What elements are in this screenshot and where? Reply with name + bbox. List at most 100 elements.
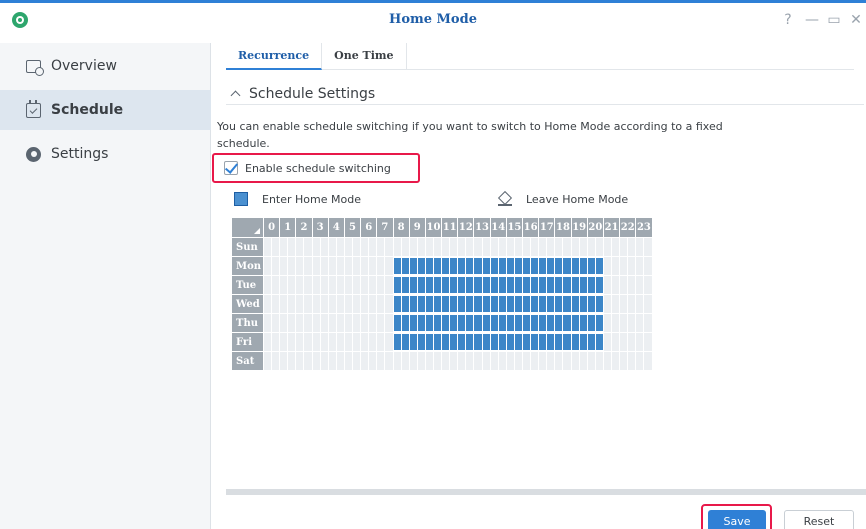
schedule-cell[interactable] [619,313,628,332]
hour-header-3[interactable]: 3 [311,218,328,237]
schedule-cell[interactable] [489,351,498,370]
schedule-cell[interactable] [263,332,272,351]
hour-header-15[interactable]: 15 [505,218,522,237]
schedule-cell[interactable] [505,351,514,370]
schedule-cell[interactable] [457,351,466,370]
hour-header-21[interactable]: 21 [602,218,620,237]
schedule-cell[interactable] [335,237,344,256]
schedule-cell[interactable] [594,275,603,294]
schedule-cell[interactable] [416,313,425,332]
legend-enter[interactable]: Enter Home Mode [234,190,361,208]
schedule-cell[interactable] [449,332,458,351]
schedule-cell[interactable] [432,275,442,294]
schedule-cell[interactable] [627,294,636,313]
schedule-cell[interactable] [335,256,344,275]
schedule-cell[interactable] [319,237,328,256]
schedule-cell[interactable] [263,256,272,275]
minimize-icon[interactable]: — [804,12,820,28]
schedule-cell[interactable] [408,313,417,332]
schedule-cell[interactable] [343,237,353,256]
schedule-cell[interactable] [554,294,563,313]
schedule-cell[interactable] [352,256,361,275]
schedule-cell[interactable] [263,275,272,294]
schedule-cell[interactable] [441,256,450,275]
schedule-cell[interactable] [538,351,547,370]
schedule-cell[interactable] [643,332,652,351]
schedule-cell[interactable] [392,332,401,351]
schedule-cell[interactable] [497,351,506,370]
schedule-cell[interactable] [424,256,433,275]
schedule-cell[interactable] [287,256,296,275]
sidebar-item-schedule[interactable]: Schedule [0,90,211,130]
schedule-cell[interactable] [513,237,522,256]
schedule-cell[interactable] [643,275,652,294]
schedule-cell[interactable] [473,313,482,332]
schedule-cell[interactable] [303,237,312,256]
schedule-cell[interactable] [635,294,644,313]
schedule-cell[interactable] [505,332,514,351]
schedule-cell[interactable] [473,237,482,256]
schedule-cell[interactable] [586,332,595,351]
schedule-cell[interactable] [481,332,490,351]
schedule-cell[interactable] [319,256,328,275]
hour-header-2[interactable]: 2 [295,218,312,237]
schedule-cell[interactable] [295,351,304,370]
schedule-cell[interactable] [538,294,547,313]
schedule-cell[interactable] [400,332,409,351]
schedule-cell[interactable] [578,275,587,294]
day-label-mon[interactable]: Mon [232,256,263,275]
schedule-cell[interactable] [586,313,595,332]
schedule-cell[interactable] [335,313,344,332]
schedule-cell[interactable] [489,294,498,313]
schedule-cell[interactable] [319,275,328,294]
schedule-cell[interactable] [368,332,377,351]
schedule-cell[interactable] [392,351,401,370]
select-all-corner[interactable] [232,218,263,237]
hour-header-14[interactable]: 14 [489,218,506,237]
schedule-cell[interactable] [554,237,563,256]
schedule-cell[interactable] [611,237,620,256]
schedule-cell[interactable] [287,351,296,370]
schedule-cell[interactable] [384,313,393,332]
schedule-cell[interactable] [530,237,539,256]
schedule-cell[interactable] [465,275,474,294]
schedule-cell[interactable] [562,351,571,370]
schedule-cell[interactable] [432,313,442,332]
schedule-cell[interactable] [352,294,361,313]
schedule-cell[interactable] [416,294,425,313]
schedule-cell[interactable] [457,275,466,294]
day-label-thu[interactable]: Thu [232,313,263,332]
schedule-cell[interactable] [295,313,304,332]
schedule-cell[interactable] [376,313,385,332]
schedule-cell[interactable] [263,351,272,370]
schedule-cell[interactable] [376,332,385,351]
schedule-cell[interactable] [295,294,304,313]
schedule-cell[interactable] [311,351,320,370]
schedule-cell[interactable] [586,351,595,370]
schedule-cell[interactable] [546,256,555,275]
schedule-cell[interactable] [530,294,539,313]
hour-header-8[interactable]: 8 [392,218,409,237]
schedule-settings-header[interactable]: Schedule Settings [226,83,864,105]
schedule-cell[interactable] [352,275,361,294]
schedule-cell[interactable] [562,313,571,332]
schedule-cell[interactable] [311,256,320,275]
schedule-cell[interactable] [335,332,344,351]
schedule-cell[interactable] [643,294,652,313]
schedule-cell[interactable] [303,332,312,351]
schedule-cell[interactable] [368,351,377,370]
schedule-cell[interactable] [611,294,620,313]
hour-header-7[interactable]: 7 [376,218,393,237]
schedule-cell[interactable] [335,275,344,294]
hour-header-23[interactable]: 23 [635,218,652,237]
schedule-cell[interactable] [449,275,458,294]
help-icon[interactable]: ? [780,12,796,28]
schedule-cell[interactable] [627,256,636,275]
schedule-cell[interactable] [416,237,425,256]
hour-header-19[interactable]: 19 [570,218,587,237]
schedule-cell[interactable] [424,237,433,256]
hour-header-20[interactable]: 20 [586,218,603,237]
schedule-cell[interactable] [368,294,377,313]
schedule-cell[interactable] [554,313,563,332]
schedule-cell[interactable] [352,332,361,351]
